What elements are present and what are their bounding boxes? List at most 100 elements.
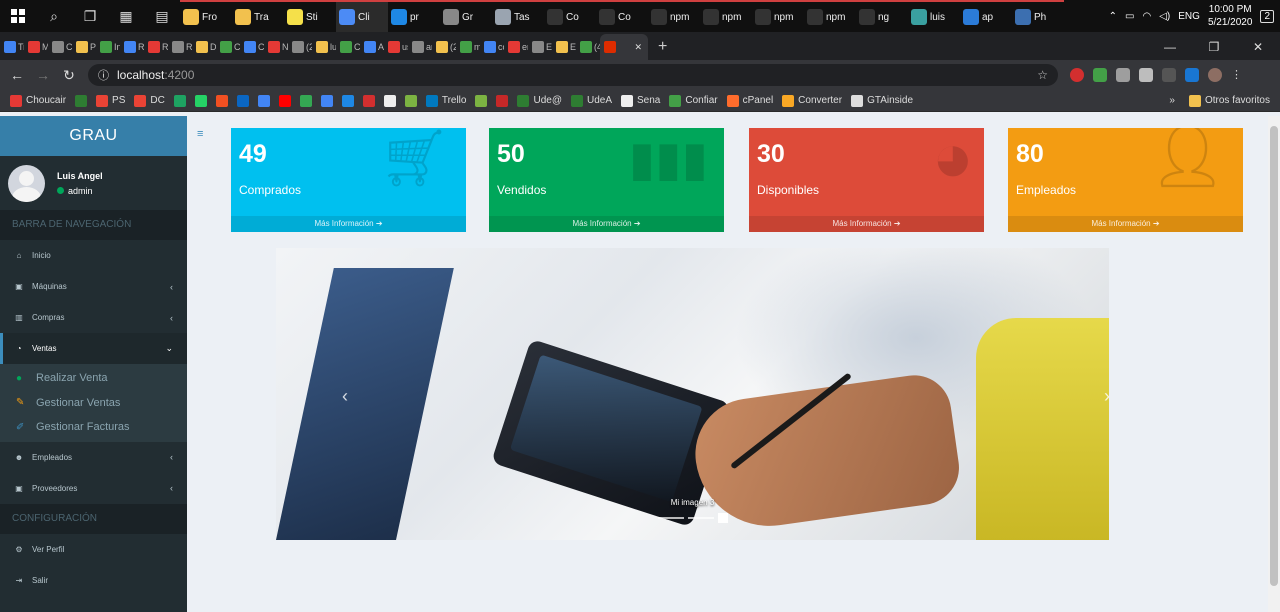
bookmark-item[interactable]: [496, 94, 509, 107]
taskbar-app-button[interactable]: npm: [648, 0, 700, 32]
taskbar-app-button[interactable]: Co: [596, 0, 648, 32]
minimize-icon[interactable]: —: [1148, 34, 1192, 60]
battery-icon[interactable]: ▭: [1125, 11, 1134, 22]
bookmark-item[interactable]: DC: [134, 94, 165, 107]
carousel-prev-icon[interactable]: ‹: [342, 386, 348, 407]
back-icon[interactable]: ←: [4, 67, 30, 83]
submenu-item-realizar-venta[interactable]: ● Realizar Venta: [0, 366, 187, 391]
menu-dots-icon[interactable]: ⋮: [1231, 68, 1242, 82]
sidebar-item-salir[interactable]: ⇥ Salir: [0, 565, 187, 596]
sidebar-item-compras[interactable]: ▥ Compras ‹: [0, 302, 187, 333]
extension-icon[interactable]: [1185, 68, 1199, 82]
browser-tab[interactable]: Er: [528, 34, 552, 60]
taskbar-app-button[interactable]: Fro: [180, 0, 232, 32]
sidebar-toggle-icon[interactable]: ≡: [197, 128, 203, 140]
browser-tab[interactable]: an: [408, 34, 432, 60]
notifications-icon[interactable]: 2: [1260, 9, 1274, 23]
volume-icon[interactable]: ◁): [1159, 11, 1170, 22]
browser-tab[interactable]: Cc: [48, 34, 72, 60]
bookmark-item[interactable]: [475, 94, 488, 107]
bookmarks-overflow-button[interactable]: »: [1169, 95, 1175, 107]
taskbar-app-button[interactable]: Cli: [336, 0, 388, 32]
maximize-icon[interactable]: ❐: [1192, 34, 1236, 60]
new-tab-button[interactable]: +: [648, 34, 677, 60]
forward-icon[interactable]: →: [30, 67, 56, 83]
taskbar-app-button[interactable]: Ph: [1012, 0, 1064, 32]
browser-tab[interactable]: Re: [120, 34, 144, 60]
brand-logo[interactable]: GRAU: [0, 116, 187, 156]
bookmark-item[interactable]: Trello: [425, 94, 466, 107]
bookmark-item[interactable]: [362, 94, 375, 107]
clock[interactable]: 10:00 PM 5/21/2020: [1208, 3, 1253, 29]
browser-tab[interactable]: (4: [576, 34, 600, 60]
taskbar-app-button[interactable]: luis: [908, 0, 960, 32]
browser-tab[interactable]: (2: [288, 34, 312, 60]
task-view-icon[interactable]: ❐: [72, 0, 108, 32]
browser-tab[interactable]: cc: [480, 34, 504, 60]
sidebar-item-empleados[interactable]: ☻ Empleados ‹: [0, 442, 187, 473]
taskbar-app-button[interactable]: Tas: [492, 0, 544, 32]
page-scrollbar[interactable]: [1268, 116, 1280, 612]
pinned-app-icon[interactable]: ▤: [144, 0, 180, 32]
bookmark-item[interactable]: [278, 94, 291, 107]
scrollbar-thumb[interactable]: [1270, 126, 1278, 586]
carousel-indicator[interactable]: [657, 517, 684, 519]
extension-icon[interactable]: [1139, 68, 1153, 82]
tab-close-icon[interactable]: ✕: [634, 42, 642, 53]
taskbar-app-button[interactable]: ng: [856, 0, 908, 32]
browser-tab[interactable]: Re: [168, 34, 192, 60]
carousel-indicator[interactable]: [717, 513, 728, 523]
browser-tab[interactable]: er: [504, 34, 528, 60]
bookmark-item[interactable]: UdeA: [570, 94, 612, 107]
browser-tab[interactable]: us: [384, 34, 408, 60]
bookmark-item[interactable]: [257, 94, 270, 107]
address-bar[interactable]: ⓘ localhost:4200 ☆: [88, 64, 1058, 86]
bookmark-item[interactable]: [236, 94, 249, 107]
bookmark-item[interactable]: [75, 94, 88, 107]
extension-icon[interactable]: [1070, 68, 1084, 82]
taskbar-app-button[interactable]: npm: [700, 0, 752, 32]
taskbar-app-button[interactable]: Co: [544, 0, 596, 32]
taskbar-app-button[interactable]: npm: [752, 0, 804, 32]
bookmark-item[interactable]: [404, 94, 417, 107]
bookmark-item[interactable]: Confiar: [669, 94, 718, 107]
browser-tab[interactable]: m: [456, 34, 480, 60]
bookmark-item[interactable]: [383, 94, 396, 107]
browser-tab[interactable]: Dc: [192, 34, 216, 60]
bookmark-item[interactable]: [341, 94, 354, 107]
bookmark-item[interactable]: [299, 94, 312, 107]
bookmark-item[interactable]: [320, 94, 333, 107]
submenu-item-gestionar-ventas[interactable]: ✎ Gestionar Ventas: [0, 391, 187, 416]
bookmark-item[interactable]: [173, 94, 186, 107]
wifi-icon[interactable]: ◠: [1143, 11, 1152, 22]
sidebar-item-proveedores[interactable]: ▣ Proveedores ‹: [0, 473, 187, 504]
bookmark-item[interactable]: GTAinside: [851, 94, 913, 107]
submenu-item-gestionar-facturas[interactable]: ✐ Gestionar Facturas: [0, 415, 187, 440]
browser-tab[interactable]: Cc: [216, 34, 240, 60]
bookmark-item[interactable]: Choucair: [10, 94, 66, 107]
taskbar-app-button[interactable]: Sti: [284, 0, 336, 32]
browser-tab[interactable]: Ins: [96, 34, 120, 60]
bookmark-item[interactable]: PS: [96, 94, 125, 107]
sidebar-item-inicio[interactable]: ⌂ Inicio: [0, 240, 187, 271]
browser-tab[interactable]: Re: [144, 34, 168, 60]
extension-icon[interactable]: [1116, 68, 1130, 82]
close-icon[interactable]: ✕: [1236, 34, 1280, 60]
browser-tab[interactable]: lui: [312, 34, 336, 60]
bookmark-item[interactable]: [194, 94, 207, 107]
reload-icon[interactable]: ↻: [56, 67, 82, 84]
browser-tab[interactable]: Cu: [240, 34, 264, 60]
bookmark-item[interactable]: [215, 94, 228, 107]
taskbar-app-button[interactable]: Tra: [232, 0, 284, 32]
browser-tab-active[interactable]: ✕: [600, 34, 648, 60]
browser-tab[interactable]: Ac: [360, 34, 384, 60]
browser-tab[interactable]: Er: [552, 34, 576, 60]
browser-tab[interactable]: Tr: [0, 34, 24, 60]
browser-tab[interactable]: Pr: [72, 34, 96, 60]
profile-avatar-icon[interactable]: [1208, 68, 1222, 82]
bookmark-item[interactable]: cPanel: [726, 94, 773, 107]
sidebar-item-ver-perfil[interactable]: ⚙ Ver Perfil: [0, 534, 187, 565]
sidebar-item-ventas[interactable]: ◔ Ventas ⌄: [0, 333, 187, 364]
stat-more-info-link[interactable]: Más Información ➔: [489, 216, 724, 232]
pinned-app-icon[interactable]: ▦: [108, 0, 144, 32]
